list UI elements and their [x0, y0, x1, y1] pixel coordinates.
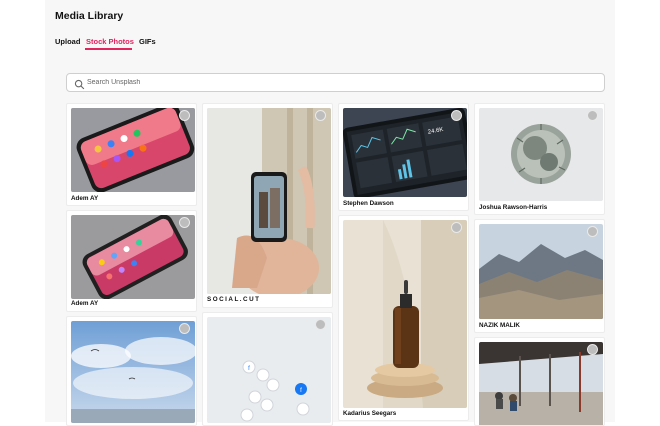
photo-credit: Kadarius Seegars [343, 410, 397, 417]
search-icon [74, 77, 85, 90]
photo-card[interactable]: Joshua Rawson-Harris [474, 103, 605, 215]
photo-card[interactable] [474, 337, 605, 426]
photo-credit: SOCIAL.CUT [207, 296, 261, 303]
photo-thumbnail [343, 220, 467, 408]
select-toggle[interactable] [587, 226, 598, 237]
select-toggle[interactable] [451, 110, 462, 121]
photo-card[interactable]: Kadarius Seegars [338, 215, 469, 421]
photo-thumbnail [207, 108, 331, 294]
tab-stock-photos[interactable]: Stock Photos [86, 37, 134, 46]
select-toggle[interactable] [179, 323, 190, 334]
photo-thumbnail: f f [207, 317, 331, 423]
photo-credit: Joshua Rawson-Harris [479, 204, 548, 211]
photo-thumbnail [71, 321, 195, 423]
page-title: Media Library [55, 10, 124, 22]
photo-thumbnail [479, 108, 603, 201]
select-toggle[interactable] [315, 110, 326, 121]
search-bar [66, 73, 605, 92]
photo-credit: NAZIK MALIK [479, 322, 520, 329]
photo-card[interactable]: NAZIK MALIK [474, 219, 605, 333]
photo-credit: Stephen Dawson [343, 200, 394, 207]
photo-card[interactable]: f f [202, 312, 333, 426]
photo-card[interactable]: 24.6K Stephen Dawson [338, 103, 469, 211]
active-tab-indicator [85, 48, 132, 50]
select-toggle[interactable] [179, 110, 190, 121]
tab-gifs[interactable]: GIFs [139, 37, 156, 46]
photo-credit: Adem AY [71, 300, 99, 307]
photo-credit: Adem AY [71, 195, 99, 202]
select-toggle[interactable] [587, 344, 598, 355]
photo-card[interactable]: Adem AY [66, 103, 197, 206]
select-toggle[interactable] [587, 110, 598, 121]
select-toggle[interactable] [315, 319, 326, 330]
photo-card[interactable]: SOCIAL.CUT [202, 103, 333, 308]
photo-thumbnail [71, 108, 195, 192]
tab-upload[interactable]: Upload [55, 37, 80, 46]
photo-thumbnail [71, 215, 195, 299]
photo-thumbnail [479, 342, 603, 425]
photo-card[interactable] [66, 316, 197, 426]
photo-thumbnail [479, 224, 603, 319]
photo-thumbnail: 24.6K [343, 108, 467, 197]
select-toggle[interactable] [179, 217, 190, 228]
select-toggle[interactable] [451, 222, 462, 233]
search-input[interactable] [87, 75, 587, 90]
photo-card[interactable]: Adem AY [66, 210, 197, 312]
